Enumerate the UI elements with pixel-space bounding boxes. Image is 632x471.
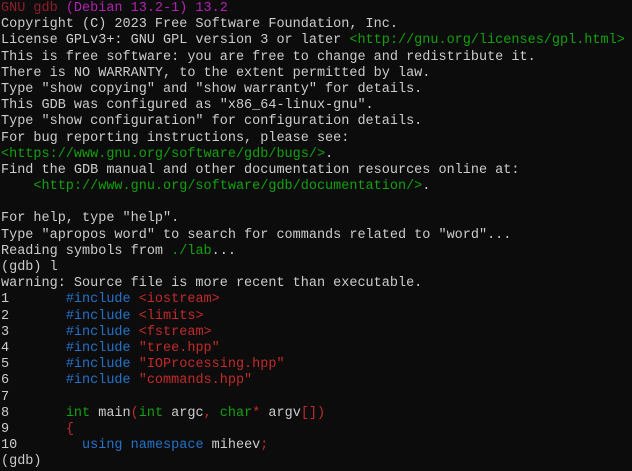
terminal-text-segment: 1 [1, 292, 66, 307]
terminal-text-segment [1, 179, 33, 194]
terminal-line: Reading symbols from ./lab... [1, 244, 632, 260]
terminal-text-segment: { [66, 422, 74, 437]
terminal-line: There is NO WARRANTY, to the extent perm… [1, 66, 632, 82]
terminal-text-segment: 8 [1, 406, 66, 421]
terminal-line: Copyright (C) 2023 Free Software Foundat… [1, 17, 632, 33]
terminal-text-segment: main [90, 406, 131, 421]
terminal[interactable]: GNU gdb (Debian 13.2-1) 13.2Copyright (C… [0, 0, 632, 471]
terminal-text-segment: warning: Source file is more recent than… [1, 276, 422, 291]
terminal-line: 2 #include <limits> [1, 309, 632, 325]
terminal-text-segment: #include [66, 373, 131, 388]
terminal-line: 6 #include "commands.hpp" [1, 373, 632, 389]
terminal-text-segment: ./lab [171, 244, 212, 259]
terminal-line: GNU gdb (Debian 13.2-1) 13.2 [1, 1, 632, 17]
terminal-text-segment: ( [131, 406, 139, 421]
terminal-line: For bug reporting instructions, please s… [1, 131, 632, 147]
terminal-text-segment: (Debian 13.2-1) 13.2 [66, 1, 228, 16]
terminal-text-segment: #include [66, 341, 131, 356]
terminal-line: 3 #include <fstream> [1, 325, 632, 341]
terminal-text-segment: ; [260, 438, 268, 453]
gdb-prompt-line[interactable]: (gdb) [1, 454, 632, 470]
terminal-line: 4 #include "tree.hpp" [1, 341, 632, 357]
terminal-text-segment: #include [66, 357, 131, 372]
terminal-text-segment: . [325, 147, 333, 162]
terminal-text-segment: int [139, 406, 163, 421]
terminal-text-segment [131, 309, 139, 324]
terminal-text-segment: Reading symbols from [1, 244, 171, 259]
terminal-text-segment: Type "show copying" and "show warranty" … [1, 82, 422, 97]
terminal-text-segment: #include [66, 292, 131, 307]
terminal-text-segment: using [82, 438, 123, 453]
terminal-text-segment: Type "show configuration" for configurat… [1, 114, 422, 129]
terminal-line: 1 #include <iostream> [1, 292, 632, 308]
terminal-line: This GDB was configured as "x86_64-linux… [1, 98, 632, 114]
terminal-line: 7 [1, 390, 632, 406]
terminal-text-segment: , [204, 406, 212, 421]
terminal-text-segment: argv [260, 406, 301, 421]
terminal-line: 5 #include "IOProcessing.hpp" [1, 357, 632, 373]
terminal-text-segment: ... [212, 244, 236, 259]
terminal-text-segment [212, 406, 220, 421]
terminal-text-segment: <http://www.gnu.org/software/gdb/documen… [33, 179, 422, 194]
terminal-text-segment: "commands.hpp" [139, 373, 252, 388]
terminal-text-segment: There is NO WARRANTY, to the extent perm… [1, 66, 430, 81]
terminal-text-segment: namespace [131, 438, 204, 453]
terminal-text-segment: 7 [1, 390, 9, 405]
terminal-text-segment [123, 438, 131, 453]
terminal-text-segment: <https://www.gnu.org/software/gdb/bugs/> [1, 147, 325, 162]
terminal-line: Find the GDB manual and other documentat… [1, 163, 632, 179]
terminal-text-segment: 6 [1, 373, 66, 388]
terminal-line: <http://www.gnu.org/software/gdb/documen… [1, 179, 632, 195]
terminal-text-segment: License GPLv3+: GNU GPL version 3 or lat… [1, 33, 349, 48]
terminal-line: warning: Source file is more recent than… [1, 276, 632, 292]
terminal-text-segment [131, 341, 139, 356]
terminal-text-segment: <limits> [139, 309, 204, 324]
terminal-text-segment [131, 373, 139, 388]
terminal-text-segment: <fstream> [139, 325, 212, 340]
terminal-text-segment: 3 [1, 325, 66, 340]
terminal-text-segment: (gdb) [1, 454, 42, 469]
terminal-line: 9 { [1, 422, 632, 438]
terminal-text-segment: For help, type "help". [1, 211, 179, 226]
terminal-text-segment: For bug reporting instructions, please s… [1, 131, 349, 146]
terminal-line: 10 using namespace miheev; [1, 438, 632, 454]
terminal-text-segment: 9 [1, 422, 66, 437]
terminal-text-segment: []) [301, 406, 325, 421]
terminal-text-segment: 10 [1, 438, 82, 453]
terminal-text-segment: (gdb) l [1, 260, 58, 275]
terminal-line: (gdb) l [1, 260, 632, 276]
terminal-text-segment: #include [66, 309, 131, 324]
terminal-text-segment: 2 [1, 309, 66, 324]
terminal-line: For help, type "help". [1, 211, 632, 227]
terminal-text-segment: char [220, 406, 252, 421]
terminal-text-segment [131, 325, 139, 340]
terminal-line: License GPLv3+: GNU GPL version 3 or lat… [1, 33, 632, 49]
terminal-text-segment: . [422, 179, 430, 194]
terminal-text-segment: "tree.hpp" [139, 341, 220, 356]
terminal-text-segment: This is free software: you are free to c… [1, 50, 536, 65]
terminal-text-segment [131, 357, 139, 372]
terminal-line: This is free software: you are free to c… [1, 50, 632, 66]
terminal-text-segment: This GDB was configured as "x86_64-linux… [1, 98, 374, 113]
terminal-line: 8 int main(int argc, char* argv[]) [1, 406, 632, 422]
terminal-text-segment: Type "apropos word" to search for comman… [1, 228, 511, 243]
terminal-text-segment: #include [66, 325, 131, 340]
terminal-line: <https://www.gnu.org/software/gdb/bugs/>… [1, 147, 632, 163]
terminal-text-segment: 5 [1, 357, 66, 372]
terminal-line: Type "show configuration" for configurat… [1, 114, 632, 130]
terminal-text-segment: GNU gdb [1, 1, 66, 16]
terminal-text-segment: "IOProcessing.hpp" [139, 357, 285, 372]
terminal-text-segment: miheev [204, 438, 261, 453]
terminal-line: Type "apropos word" to search for comman… [1, 228, 632, 244]
terminal-text-segment: Find the GDB manual and other documentat… [1, 163, 519, 178]
terminal-text-segment: argc [163, 406, 204, 421]
terminal-text-segment: Copyright (C) 2023 Free Software Foundat… [1, 17, 398, 32]
terminal-text-segment: int [66, 406, 90, 421]
terminal-line: Type "show copying" and "show warranty" … [1, 82, 632, 98]
terminal-text-segment: <http://gnu.org/licenses/gpl.html> [349, 33, 624, 48]
terminal-text-segment: 4 [1, 341, 66, 356]
terminal-text-segment [131, 292, 139, 307]
terminal-text-segment: <iostream> [139, 292, 220, 307]
terminal-line [1, 195, 632, 211]
